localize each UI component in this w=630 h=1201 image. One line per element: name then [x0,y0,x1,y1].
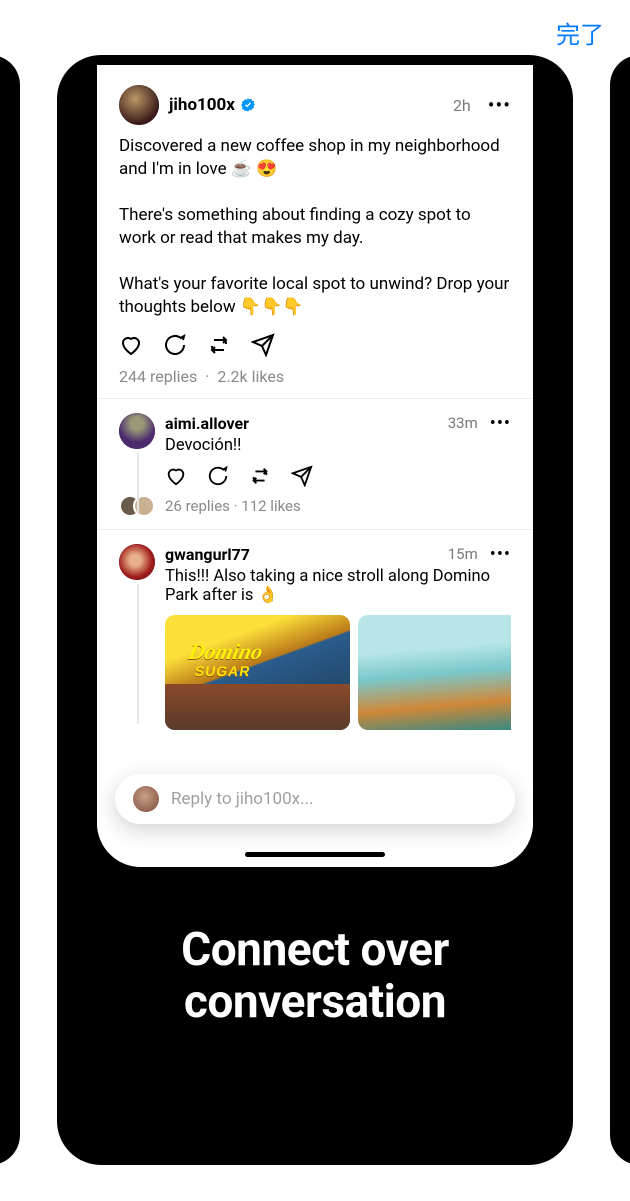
reply-bar-wrap: Reply to jiho100x... [97,747,533,867]
reply-body: This!!! Also taking a nice stroll along … [165,567,511,605]
reply-actions [165,465,511,487]
reply-item: gwangurl77 15m ••• This!!! Also taking a… [97,529,533,730]
reply-time: 33m [448,414,478,432]
image-sign-text: SUGAR [194,663,252,679]
avatar[interactable] [119,85,159,125]
promo-tagline: Connect over conversation [57,925,573,1028]
like-icon[interactable] [165,465,187,487]
share-icon[interactable] [251,333,275,357]
thread-line [137,584,139,724]
reply-more-icon[interactable]: ••• [490,544,511,565]
reply-placeholder: Reply to jiho100x... [171,789,314,809]
reply-input-bar[interactable]: Reply to jiho100x... [115,774,515,824]
prev-slide-peek[interactable] [0,55,20,1165]
phone-mockup: jiho100x 2h ••• Discovered a new coffee … [97,65,533,867]
post-actions [119,333,511,357]
post-time: 2h [453,96,471,115]
reply-item: aimi.allover 33m ••• Devoción!! [97,398,533,529]
reply-body: Devoción!! [165,436,511,455]
reply-image-row: Domino SUGAR [165,615,511,730]
post-header: jiho100x 2h ••• [119,85,511,125]
avatar[interactable] [119,544,155,580]
post-more-icon[interactable]: ••• [488,93,511,117]
repost-icon[interactable] [207,333,231,357]
reply-image[interactable]: Domino SUGAR [165,615,350,730]
done-button[interactable]: 完了 [556,15,604,50]
reply-replies-count: 26 replies [165,497,230,515]
next-slide-peek[interactable] [610,55,630,1165]
reply-username[interactable]: aimi.allover [165,414,249,433]
post-replies-count: 244 replies [119,367,197,386]
post-stats[interactable]: 244 replies · 2.2k likes [119,367,511,386]
reply-image[interactable] [358,615,511,730]
main-post: jiho100x 2h ••• Discovered a new coffee … [97,65,533,398]
image-sign-text: Domino [186,639,265,665]
post-body: Discovered a new coffee shop in my neigh… [119,135,511,319]
reply-more-icon[interactable]: ••• [490,413,511,434]
home-indicator [245,852,385,857]
reply-username[interactable]: gwangurl77 [165,545,250,564]
reply-time: 15m [448,545,478,563]
thread-line [137,453,139,513]
reply-likes-count: 112 likes [241,497,300,515]
self-avatar [133,786,159,812]
promo-card: jiho100x 2h ••• Discovered a new coffee … [57,55,573,1165]
post-likes-count: 2.2k likes [217,367,284,386]
comment-icon[interactable] [207,465,229,487]
avatar[interactable] [119,413,155,449]
post-username[interactable]: jiho100x [169,95,235,115]
like-icon[interactable] [119,333,143,357]
comment-icon[interactable] [163,333,187,357]
nested-replies-summary[interactable]: 26 replies · 112 likes [119,495,511,517]
share-icon[interactable] [291,465,313,487]
verified-badge-icon [240,97,256,113]
repost-icon[interactable] [249,465,271,487]
